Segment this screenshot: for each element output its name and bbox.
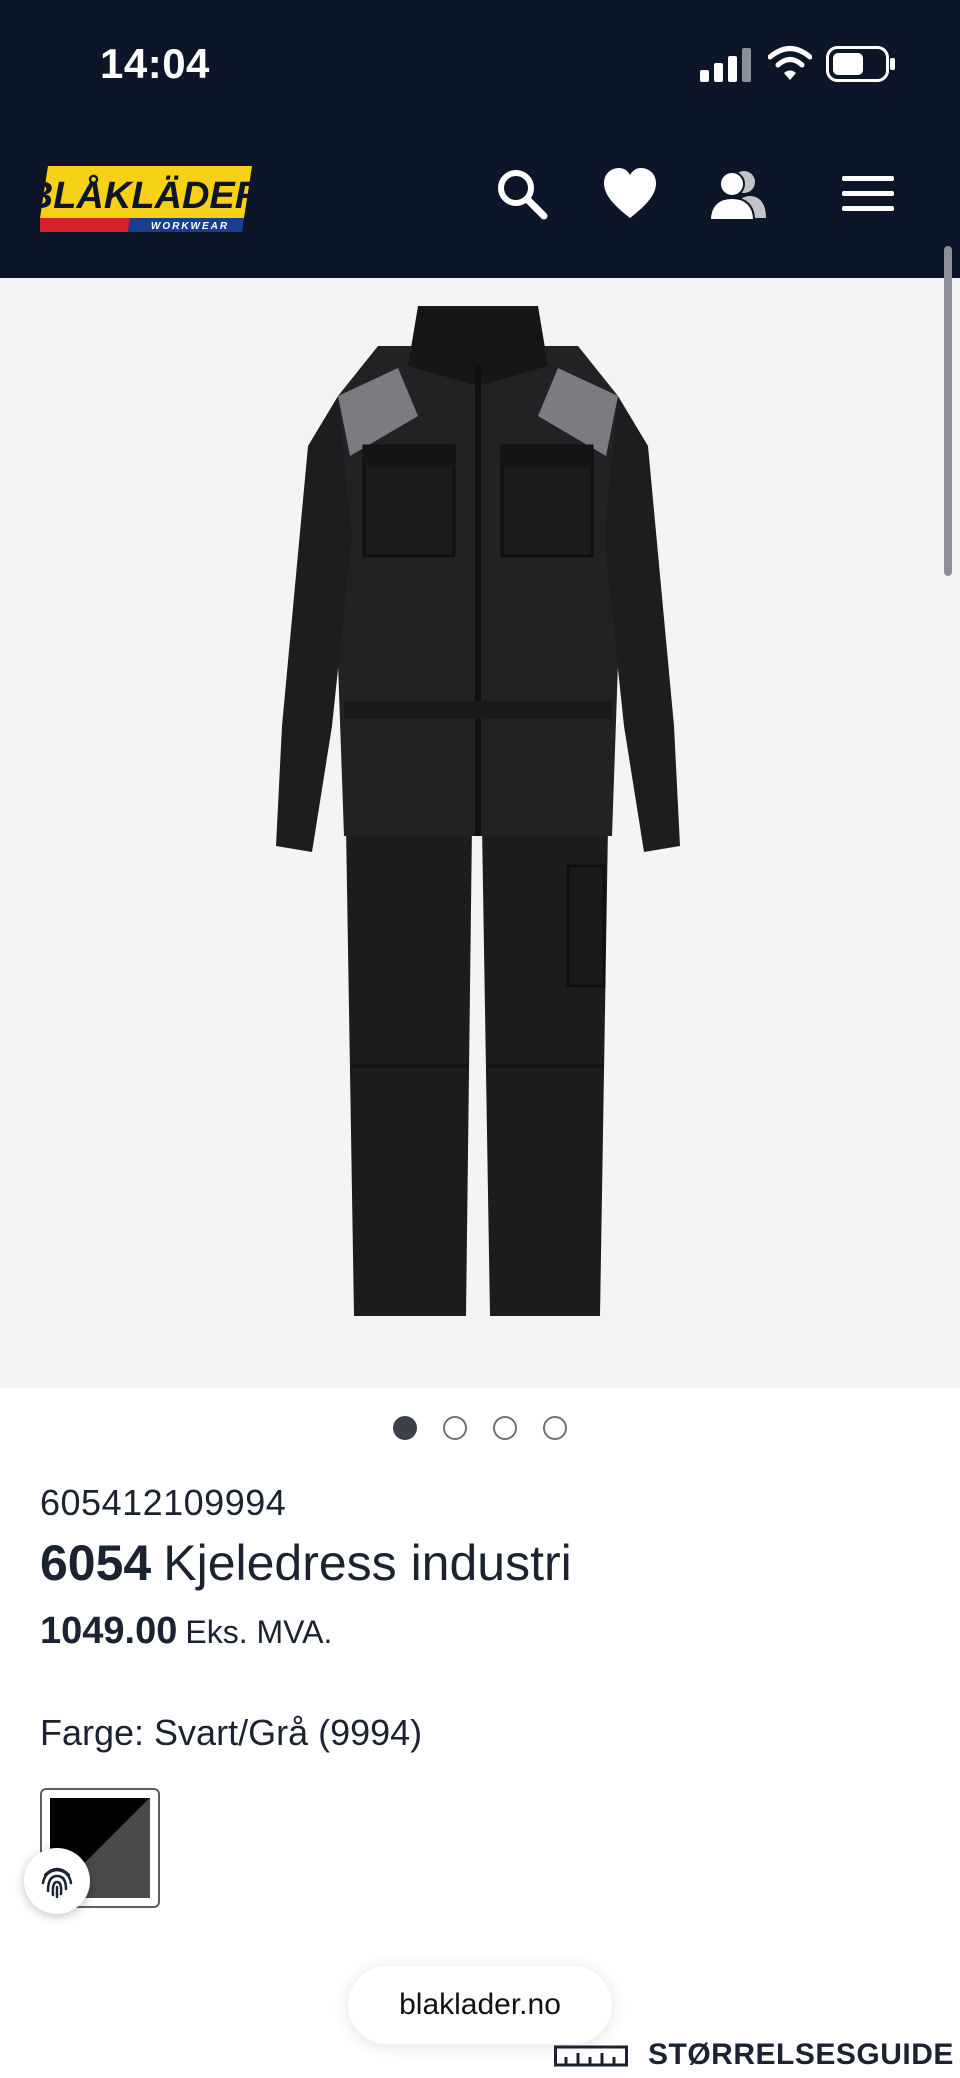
cellular-signal-icon	[700, 48, 751, 82]
carousel-dots	[0, 1416, 960, 1440]
heart-icon[interactable]	[602, 166, 658, 222]
carousel-dot-1[interactable]	[393, 1416, 417, 1440]
battery-icon	[826, 46, 895, 82]
brand-subtitle: WORKWEAR	[151, 221, 229, 232]
brand-wordmark: BLÅKLÄDER	[40, 174, 252, 217]
product-model-number: 6054	[40, 1535, 152, 1591]
product-name: Kjeledress industri	[163, 1535, 572, 1591]
price-note: Eks. MVA.	[185, 1614, 333, 1650]
product-price: 1049.00 Eks. MVA.	[40, 1610, 332, 1653]
fingerprint-icon[interactable]	[24, 1848, 90, 1914]
product-image-gallery[interactable]	[0, 278, 960, 1388]
user-icon[interactable]	[710, 166, 766, 222]
size-guide-label: STØRRELSESGUIDE	[648, 2038, 954, 2071]
price-value: 1049.00	[40, 1610, 178, 1652]
product-image	[276, 306, 680, 1316]
color-label: Farge: Svart/Grå (9994)	[40, 1712, 423, 1753]
carousel-dot-3[interactable]	[493, 1416, 517, 1440]
brand-logo[interactable]: BLÅKLÄDER WORKWEAR	[26, 166, 263, 232]
carousel-dot-4[interactable]	[543, 1416, 567, 1440]
carousel-dot-2[interactable]	[443, 1416, 467, 1440]
scrollbar[interactable]	[944, 246, 952, 576]
size-guide-link[interactable]: STØRRELSESGUIDE	[554, 2032, 954, 2078]
header-bar: 14:04 BLÅKLÄDER WORKWEAR	[0, 0, 960, 278]
status-time: 14:04	[100, 40, 210, 87]
wifi-icon	[768, 46, 812, 80]
product-sku: 605412109994	[40, 1482, 287, 1523]
menu-icon[interactable]	[838, 166, 898, 222]
ruler-icon	[554, 2045, 628, 2067]
product-title: 6054 Kjeledress industri	[40, 1534, 572, 1592]
search-icon[interactable]	[494, 166, 550, 222]
